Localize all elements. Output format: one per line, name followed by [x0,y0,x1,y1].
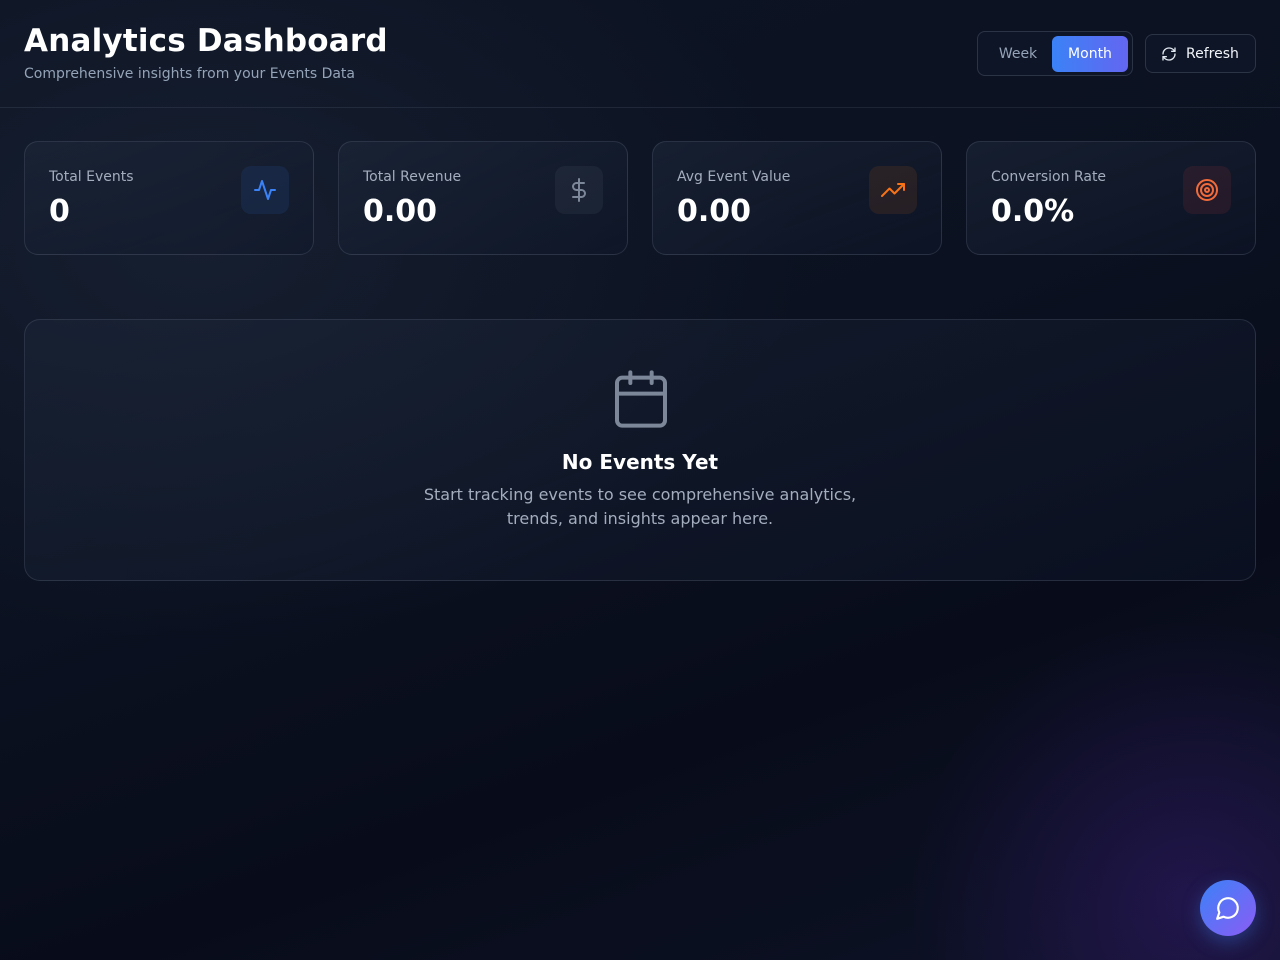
stat-value: 0.0% [991,194,1075,229]
empty-state-title: No Events Yet [561,450,719,474]
stat-label: Total Events [49,169,134,185]
stat-card-conversion-rate: Conversion Rate 0.0% [966,141,1256,255]
page-title: Analytics Dashboard [24,23,388,59]
trending-up-icon [881,183,905,197]
stat-icon-badge [241,166,289,214]
page-subtitle: Comprehensive insights from your Events … [24,66,355,82]
stat-icon-badge [869,166,917,214]
stat-value: 0.00 [363,194,438,229]
chat-button[interactable] [1200,880,1256,936]
week-button[interactable]: Week [982,36,1054,72]
stat-value: 0.00 [677,194,752,229]
top-bar: Analytics Dashboard Comprehensive insigh… [0,0,1280,108]
activity-icon [254,180,276,200]
empty-state-panel: No Events Yet Start tracking events to s… [24,319,1256,581]
stat-card-total-events: Total Events 0 [24,141,314,255]
refresh-button[interactable]: Refresh [1145,34,1256,73]
stat-value: 0 [49,194,70,229]
time-range-toggle: Week Month [977,31,1133,76]
stat-card-avg-event-value: Avg Event Value 0.00 [652,141,942,255]
target-icon [1196,179,1218,201]
stat-icon-badge [555,166,603,214]
refresh-label: Refresh [1186,46,1239,62]
stat-label: Total Revenue [363,169,462,185]
stat-card-total-revenue: Total Revenue 0.00 [338,141,628,255]
calendar-icon [615,370,667,428]
stat-icon-badge [1183,166,1231,214]
stat-label: Avg Event Value [677,169,791,185]
chat-icon [1216,897,1239,920]
stat-label: Conversion Rate [991,169,1107,185]
month-button[interactable]: Month [1052,36,1128,72]
refresh-icon [1162,47,1176,61]
dollar-icon [572,178,586,202]
empty-state-description: Start tracking events to see comprehensi… [423,485,857,528]
